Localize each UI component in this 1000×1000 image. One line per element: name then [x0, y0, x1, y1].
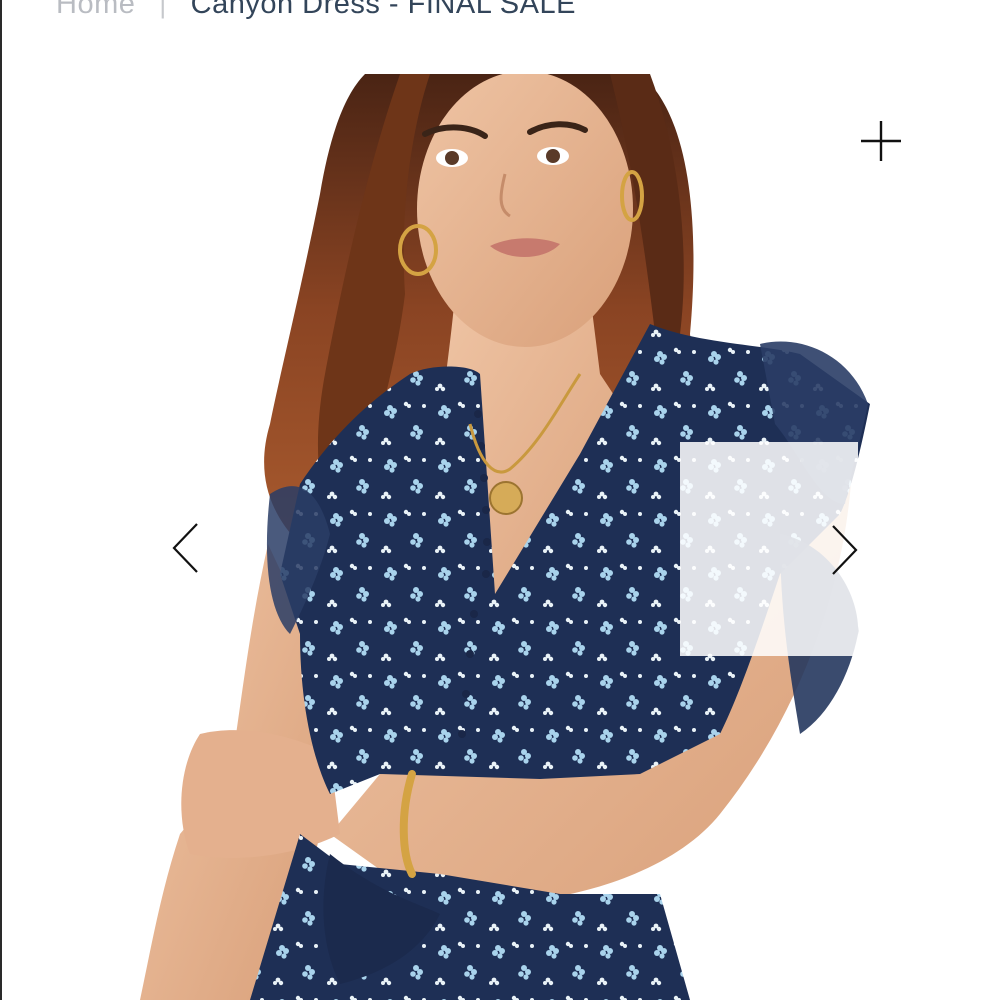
chevron-right-icon: [832, 525, 858, 575]
chevron-left-icon: [172, 523, 198, 573]
breadcrumb-separator: |: [159, 0, 167, 19]
breadcrumb: Home | Canyon Dress - FINAL SALE: [56, 0, 576, 24]
product-page: Home | Canyon Dress - FINAL SALE: [0, 0, 1000, 1000]
plus-icon: [861, 121, 901, 161]
product-image-gallery[interactable]: [0, 74, 1000, 1000]
breadcrumb-current: Canyon Dress - FINAL SALE: [190, 0, 576, 20]
breadcrumb-home-link[interactable]: Home: [56, 0, 135, 21]
next-image-button[interactable]: [820, 518, 868, 582]
previous-image-button[interactable]: [162, 516, 210, 580]
zoom-button[interactable]: [858, 118, 904, 164]
